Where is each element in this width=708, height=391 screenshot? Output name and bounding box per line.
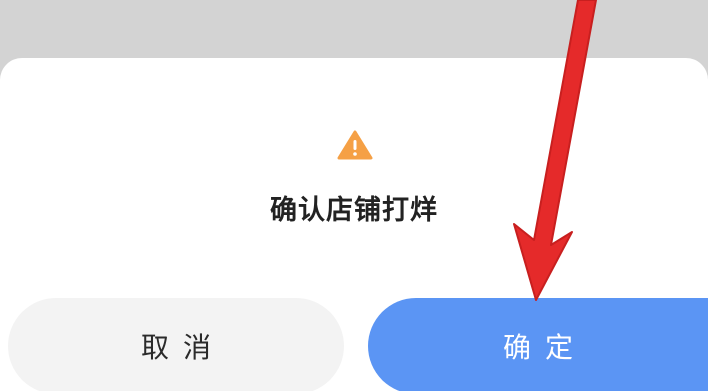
- confirm-button[interactable]: 确定: [368, 298, 708, 391]
- cancel-button[interactable]: 取消: [8, 298, 344, 391]
- warning-icon: [337, 130, 373, 160]
- dialog-title: 确认店铺打烊: [270, 195, 438, 226]
- confirm-dialog: 确认店铺打烊 取消 确定: [0, 58, 708, 391]
